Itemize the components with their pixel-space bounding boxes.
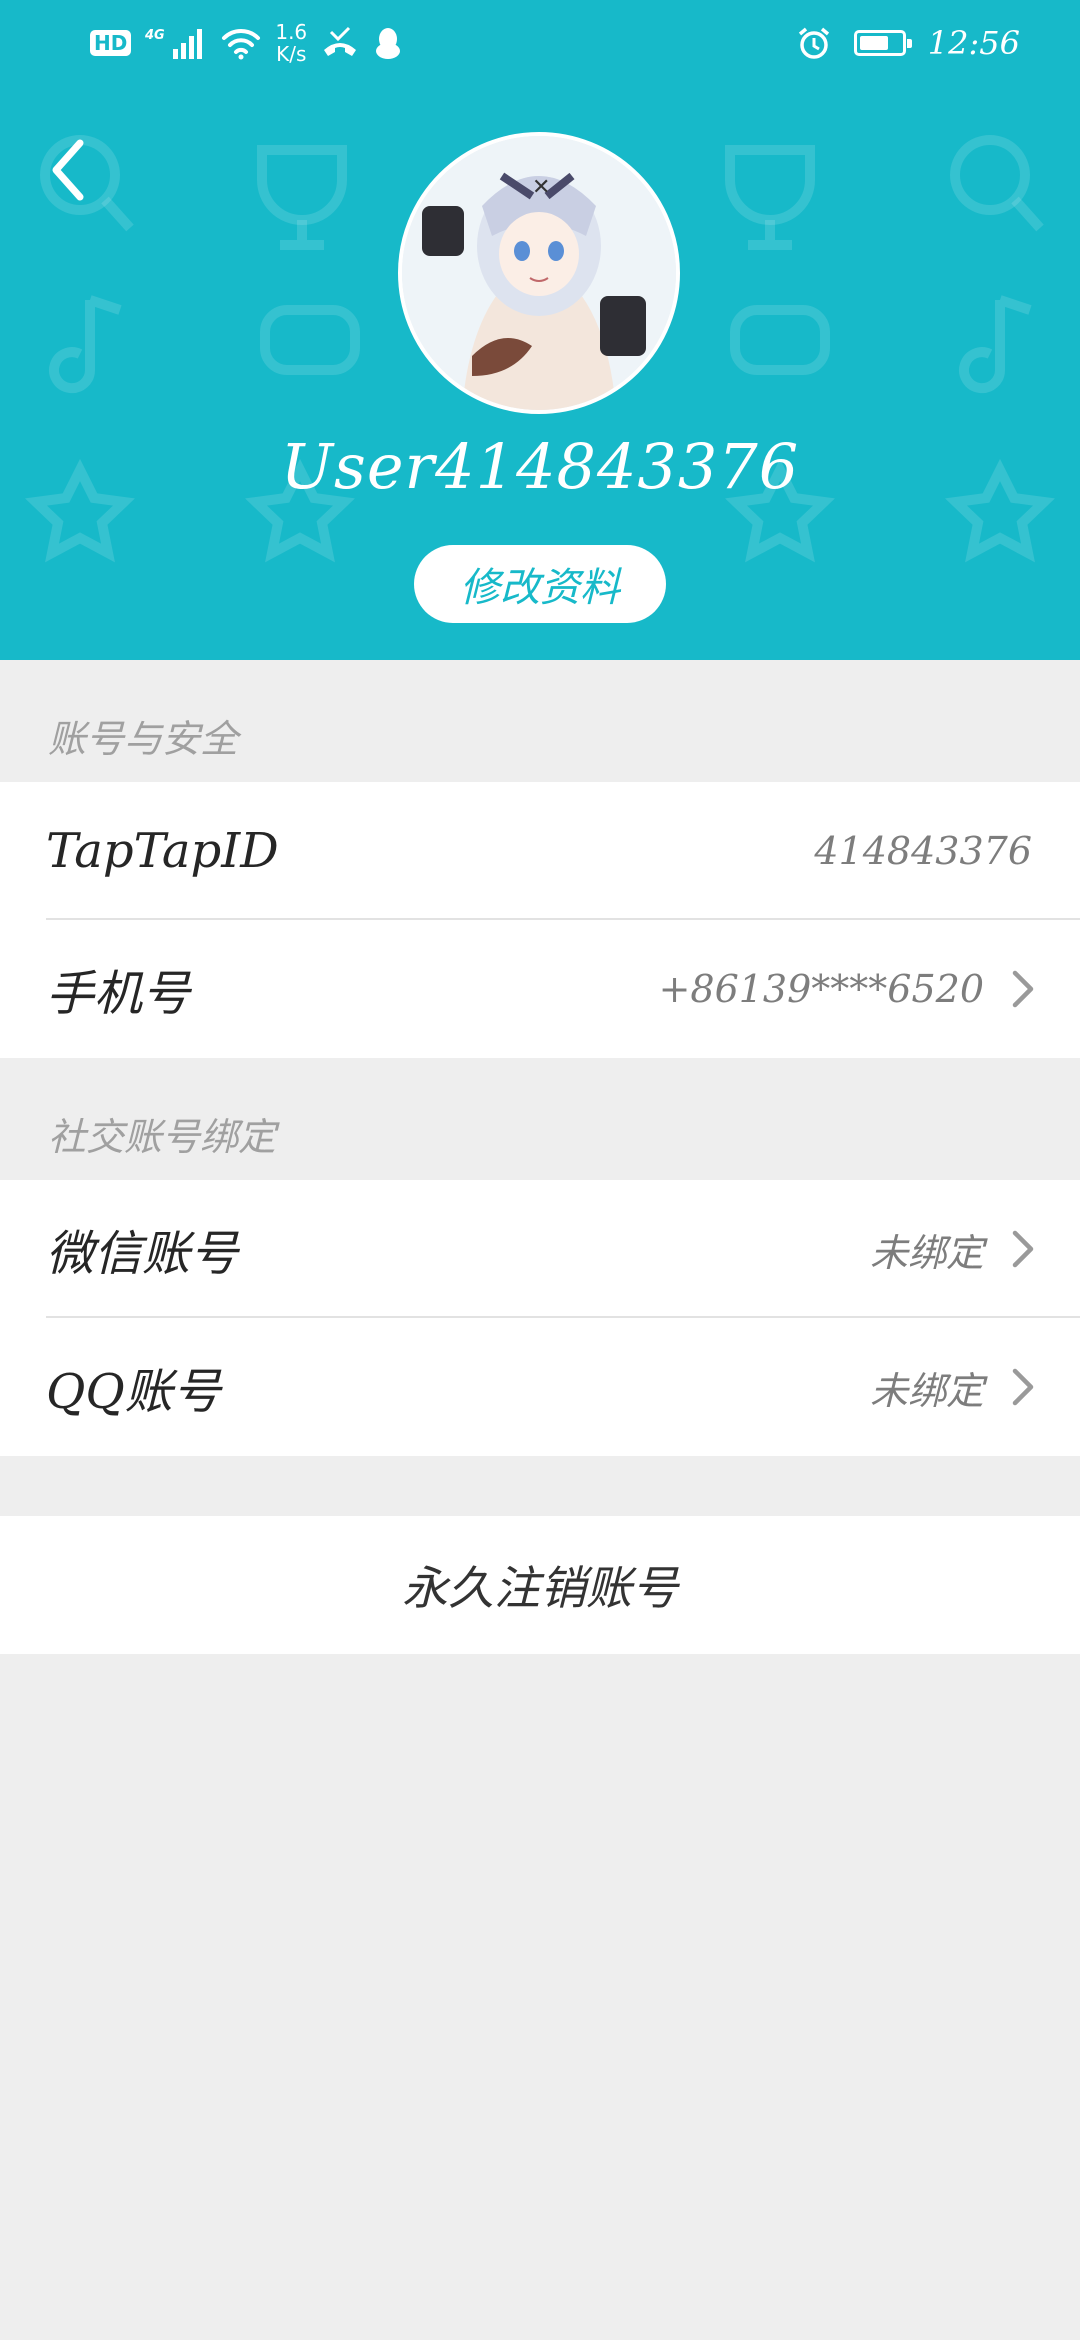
social-binding-card: 微信账号 未绑定 QQ账号 未绑定 — [0, 1180, 1080, 1456]
hd-badge: HD — [90, 30, 132, 56]
battery-fill — [859, 36, 889, 50]
signal-icon: 4G — [145, 28, 203, 59]
phone-row[interactable]: 手机号 +86139****6520 — [0, 920, 1080, 1058]
phone-label: 手机号 — [46, 966, 191, 1022]
wechat-row[interactable]: 微信账号 未绑定 — [0, 1180, 1080, 1318]
back-button[interactable] — [40, 135, 96, 205]
battery-icon — [853, 30, 912, 56]
edit-profile-button[interactable]: 修改资料 — [414, 545, 666, 623]
username: User414843376 — [280, 430, 800, 503]
qq-penguin-icon — [376, 28, 401, 59]
avatar-illustration: ✕ — [402, 136, 676, 410]
alarm-icon — [798, 27, 829, 59]
delete-account-card: 永久注销账号 — [0, 1516, 1080, 1654]
network-speed: 1.6 K/s — [275, 20, 308, 66]
qq-row[interactable]: QQ账号 未绑定 — [0, 1318, 1080, 1456]
svg-text:✕: ✕ — [532, 175, 550, 200]
chevron-right-icon — [1012, 1230, 1034, 1268]
phone-value: +86139****6520 — [658, 967, 984, 1011]
wechat-label: 微信账号 — [46, 1226, 239, 1282]
section-title-social-binding: 社交账号绑定 — [48, 1115, 277, 1159]
taptap-id-row: TapTapID 414843376 — [0, 782, 1080, 920]
profile-header: HD 4G 1.6 K/s 12:56 ✕ User414843376 修改资料 — [0, 0, 1080, 660]
chevron-right-icon — [1012, 970, 1034, 1008]
missed-call-icon — [324, 26, 357, 56]
chevron-right-icon — [1012, 1368, 1034, 1406]
wifi-icon — [222, 28, 261, 60]
taptap-id-value: 414843376 — [814, 829, 1032, 873]
avatar[interactable]: ✕ — [398, 132, 680, 414]
qq-value: 未绑定 — [869, 1368, 984, 1413]
wechat-value: 未绑定 — [869, 1230, 984, 1275]
clock: 12:56 — [927, 24, 1020, 62]
taptap-id-label: TapTapID — [46, 823, 279, 879]
back-arrow-icon — [52, 139, 84, 201]
qq-label: QQ账号 — [46, 1364, 221, 1420]
network-type: 4G — [145, 28, 165, 43]
section-title-account-security: 账号与安全 — [48, 717, 239, 761]
account-security-card: TapTapID 414843376 手机号 +86139****6520 — [0, 782, 1080, 1058]
delete-account-button[interactable]: 永久注销账号 — [0, 1516, 1080, 1654]
status-bar: HD 4G 1.6 K/s 12:56 — [0, 0, 1080, 90]
